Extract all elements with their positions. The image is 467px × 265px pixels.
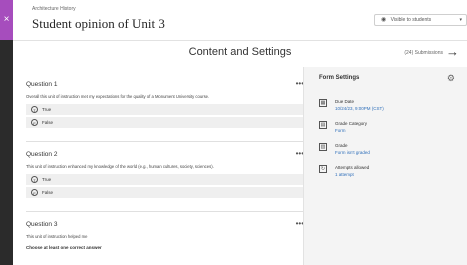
question-title: Question 2 [26,151,58,158]
questions-panel: Question 1 ••• Overall this unit of inst… [13,67,304,265]
gear-icon[interactable]: ⚙ [447,73,455,84]
form-settings-title: Form Settings [319,75,360,81]
answer-option[interactable]: T True [26,104,304,115]
grade-category-link[interactable]: Form [335,128,346,133]
close-icon[interactable]: × [0,0,13,40]
attempts-link[interactable]: 1 attempt [335,172,354,177]
answer-label: False [42,190,54,195]
page-title: Student opinion of Unit 3 [32,16,165,31]
arrow-right-icon[interactable]: → [446,44,459,59]
page-header: Architecture History Student opinion of … [13,0,467,40]
setting-label: Due Date [335,99,355,104]
setting-label: Attempts allowed [335,165,370,170]
left-rail: × [0,0,13,265]
form-settings-panel: Form Settings ⚙ ▦ Due Date 10/24/23, 9:0… [303,67,467,265]
section-title: Content and Settings [188,46,292,58]
divider [26,211,304,212]
breadcrumb[interactable]: Architecture History [32,6,76,12]
question-1: Question 1 ••• Overall this unit of inst… [26,79,304,128]
answer-label: True [42,107,52,112]
answer-label: True [42,177,52,182]
question-text: Overall this unit of instruction met my … [26,94,210,99]
grade-icon: ▥ [319,143,327,151]
false-badge-icon: F [31,119,38,126]
question-2: Question 2 ••• This unit of instruction … [26,149,304,198]
visibility-dropdown[interactable]: ◉ Visible to students ▾ [374,14,467,26]
attempts-icon: ↻ [319,165,327,173]
answer-option[interactable]: T True [26,174,304,185]
visibility-label: Visible to students [390,17,432,23]
question-text: This unit of instruction helped me [26,234,88,239]
due-date-link[interactable]: 10/24/23, 9:00PM (CST) [335,106,384,111]
question-title: Question 3 [26,221,58,228]
question-text: This unit of instruction enhanced my kno… [26,164,214,169]
setting-label: Grade Category [335,121,368,126]
setting-label: Grade [335,143,348,148]
answer-option[interactable]: F False [26,187,304,198]
calendar-icon: ▦ [319,99,327,107]
answer-option[interactable]: F False [26,117,304,128]
question-title: Question 1 [26,81,58,88]
question-3: Question 3 ••• This unit of instruction … [26,219,304,250]
eye-icon: ◉ [381,17,387,23]
true-badge-icon: T [31,176,38,183]
false-badge-icon: F [31,189,38,196]
grade-link[interactable]: Form isn't graded [335,150,370,155]
divider [26,141,304,142]
answer-instruction: Choose at least one correct answer [26,245,102,250]
grade-category-icon: ▤ [319,121,327,129]
submissions-link[interactable]: (24) Submissions [404,50,443,56]
content-settings-bar: Content and Settings (24) Submissions → [13,40,467,68]
answer-label: False [42,120,54,125]
chevron-down-icon: ▾ [459,17,462,23]
true-badge-icon: T [31,106,38,113]
